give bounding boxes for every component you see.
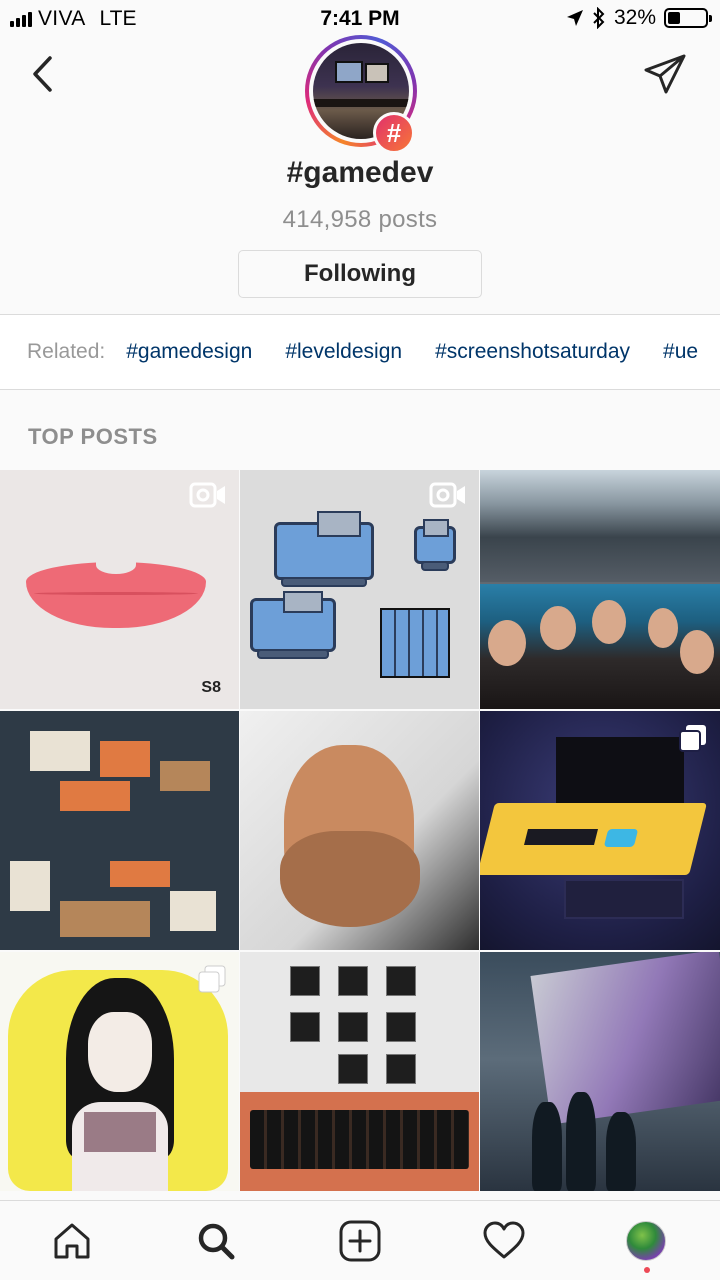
notification-dot xyxy=(644,1267,650,1273)
bottom-navigation xyxy=(0,1200,720,1280)
profile-avatar[interactable] xyxy=(626,1221,666,1261)
multiple-photos-icon xyxy=(679,725,706,752)
post-thumbnail[interactable] xyxy=(0,711,239,950)
nav-search[interactable] xyxy=(194,1219,238,1263)
related-tag-screenshotsaturday[interactable]: #screenshotsaturday xyxy=(435,340,630,364)
multiple-photos-icon xyxy=(198,965,226,993)
video-icon xyxy=(189,482,225,508)
hashtag-badge-icon: # xyxy=(373,112,415,154)
status-right: 32% xyxy=(566,6,712,30)
section-title: TOP POSTS xyxy=(28,424,158,449)
post-thumbnail[interactable]: S8 xyxy=(0,470,239,709)
chevron-left-icon xyxy=(33,56,52,92)
post-thumbnail[interactable] xyxy=(480,952,720,1191)
post-thumbnail[interactable] xyxy=(240,711,479,950)
battery-level xyxy=(668,12,680,24)
bluetooth-icon xyxy=(593,7,605,29)
nav-home[interactable] xyxy=(50,1219,94,1263)
watermark-text: S8 xyxy=(201,679,221,696)
related-tags-bar[interactable]: Related: #gamedesign #leveldesign #scree… xyxy=(0,314,720,390)
post-thumbnail[interactable] xyxy=(240,470,479,709)
nav-activity[interactable] xyxy=(482,1219,526,1263)
following-button[interactable]: Following xyxy=(238,250,482,298)
post-thumbnail[interactable] xyxy=(480,711,720,950)
add-post-icon xyxy=(339,1220,381,1262)
home-icon xyxy=(54,1223,90,1259)
battery-icon xyxy=(664,8,712,28)
share-button[interactable] xyxy=(642,52,690,96)
heart-icon xyxy=(483,1221,525,1259)
status-bar: VIVA LTE 7:41 PM 32% xyxy=(0,0,720,38)
paper-plane-icon xyxy=(644,54,686,94)
post-thumbnail[interactable] xyxy=(0,952,239,1191)
video-icon xyxy=(429,482,465,508)
nav-new-post[interactable] xyxy=(338,1219,382,1263)
related-label: Related: xyxy=(27,340,106,363)
related-tag-ue[interactable]: #ue xyxy=(663,340,698,364)
post-thumbnail[interactable] xyxy=(240,952,479,1191)
battery-percent: 32% xyxy=(613,6,656,29)
post-count: 414,958 posts xyxy=(282,206,438,233)
related-tag-gamedesign[interactable]: #gamedesign xyxy=(126,340,252,364)
post-thumbnail[interactable] xyxy=(480,470,720,709)
back-button[interactable] xyxy=(24,52,64,96)
top-posts-grid: S8 xyxy=(0,470,720,1191)
page-title: #gamedev xyxy=(286,156,434,189)
search-icon xyxy=(198,1223,235,1260)
related-tag-leveldesign[interactable]: #leveldesign xyxy=(285,340,402,364)
location-arrow-icon xyxy=(566,10,583,26)
